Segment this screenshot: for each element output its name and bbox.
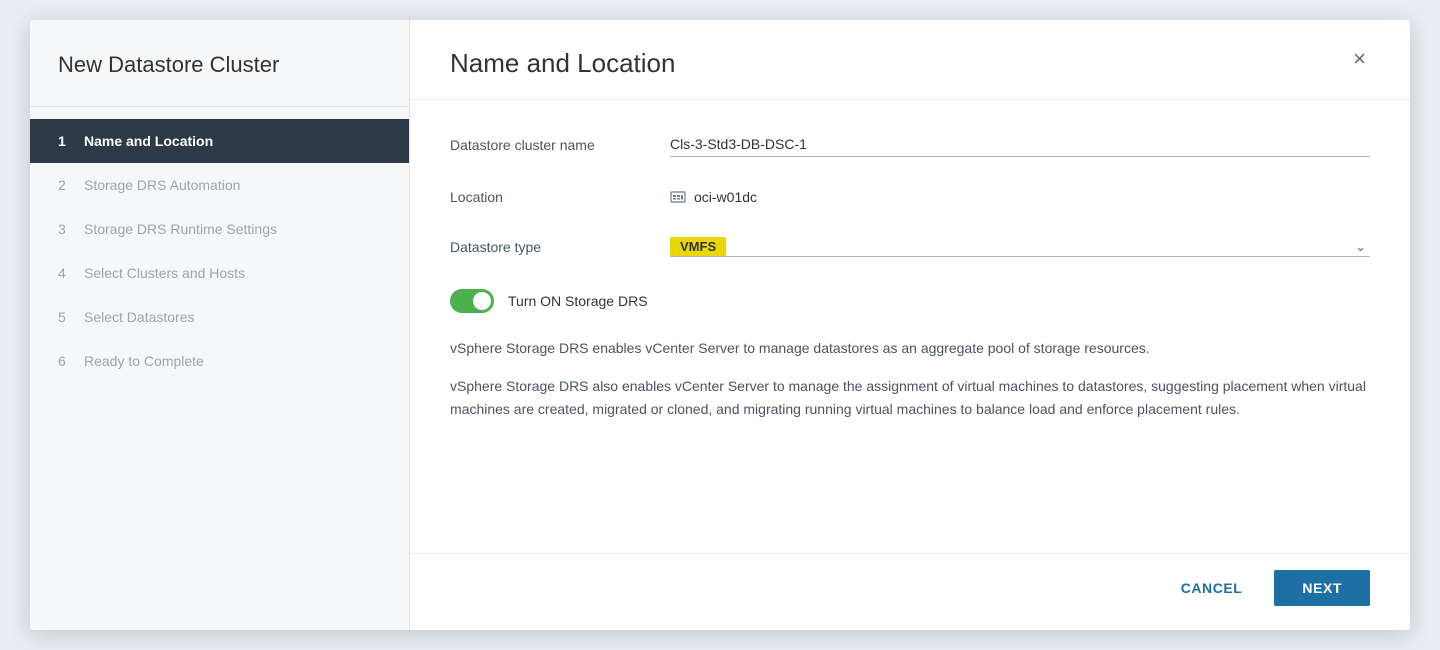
dialog: New Datastore Cluster 1 Name and Location…	[30, 20, 1410, 630]
location-row: Location oci-w01dc	[450, 189, 1370, 205]
info-text-2: vSphere Storage DRS also enables vCenter…	[450, 375, 1370, 420]
step-label: Name and Location	[84, 133, 213, 149]
sidebar: New Datastore Cluster 1 Name and Location…	[30, 20, 410, 630]
step-number: 4	[58, 265, 74, 281]
sidebar-step-2[interactable]: 2 Storage DRS Automation	[30, 163, 409, 207]
cluster-name-value[interactable]	[670, 132, 1370, 157]
step-number: 3	[58, 221, 74, 237]
storage-drs-label: Turn ON Storage DRS	[508, 293, 648, 309]
toggle-slider	[450, 289, 494, 313]
sidebar-step-3[interactable]: 3 Storage DRS Runtime Settings	[30, 207, 409, 251]
datastore-type-row: Datastore type VMFS VMFS NFS ⌄	[450, 237, 1370, 257]
location-value: oci-w01dc	[670, 189, 1370, 205]
info-text-1: vSphere Storage DRS enables vCenter Serv…	[450, 337, 1370, 359]
sidebar-step-4[interactable]: 4 Select Clusters and Hosts	[30, 251, 409, 295]
cluster-name-row: Datastore cluster name	[450, 132, 1370, 157]
storage-drs-toggle[interactable]	[450, 289, 494, 313]
step-label: Storage DRS Automation	[84, 177, 240, 193]
storage-drs-toggle-row: Turn ON Storage DRS	[450, 289, 1370, 313]
step-label: Select Datastores	[84, 309, 195, 325]
step-number: 1	[58, 133, 74, 149]
main-header: Name and Location ×	[410, 20, 1410, 100]
step-label: Storage DRS Runtime Settings	[84, 221, 277, 237]
datastore-type-label: Datastore type	[450, 239, 670, 255]
main-panel: Name and Location × Datastore cluster na…	[410, 20, 1410, 630]
datacenter-icon	[670, 189, 686, 205]
location-label: Location	[450, 189, 670, 205]
close-button[interactable]: ×	[1349, 48, 1370, 70]
next-button[interactable]: NEXT	[1274, 570, 1370, 606]
sidebar-step-5[interactable]: 5 Select Datastores	[30, 295, 409, 339]
location-text: oci-w01dc	[694, 189, 757, 205]
datastore-type-select-wrapper: VMFS VMFS NFS ⌄	[670, 237, 1370, 257]
step-number: 2	[58, 177, 74, 193]
cluster-name-input[interactable]	[670, 132, 1370, 157]
cluster-name-label: Datastore cluster name	[450, 137, 670, 153]
main-body: Datastore cluster name Location	[410, 100, 1410, 553]
main-title: Name and Location	[450, 48, 675, 79]
cancel-button[interactable]: CANCEL	[1161, 570, 1263, 606]
main-footer: CANCEL NEXT	[410, 553, 1410, 630]
sidebar-step-1[interactable]: 1 Name and Location	[30, 119, 409, 163]
step-number: 6	[58, 353, 74, 369]
sidebar-steps: 1 Name and Location 2 Storage DRS Automatio…	[30, 107, 409, 630]
step-label: Select Clusters and Hosts	[84, 265, 245, 281]
step-number: 5	[58, 309, 74, 325]
step-label: Ready to Complete	[84, 353, 204, 369]
sidebar-title: New Datastore Cluster	[30, 20, 409, 107]
sidebar-step-6[interactable]: 6 Ready to Complete	[30, 339, 409, 383]
datastore-type-value: VMFS VMFS NFS ⌄	[670, 237, 1370, 257]
